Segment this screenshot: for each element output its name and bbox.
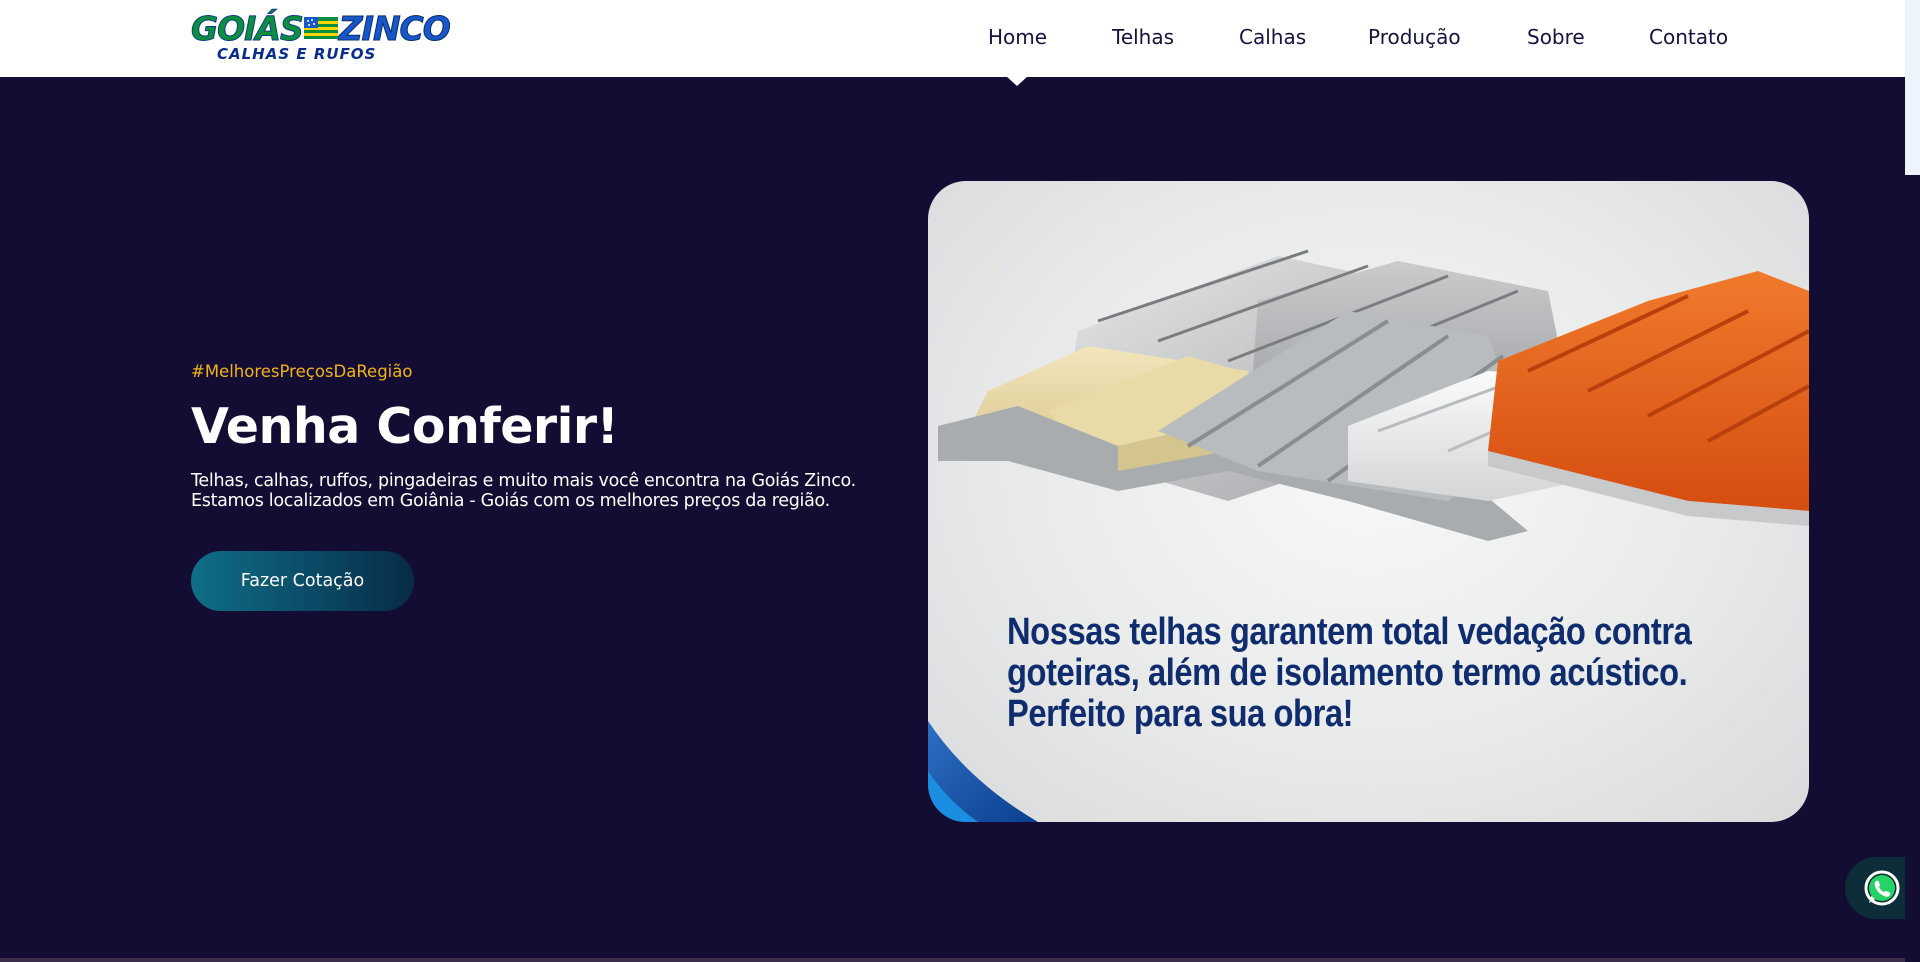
hero-description-line: Telhas, calhas, ruffos, pingadeiras e mu… (191, 471, 856, 491)
request-quote-button[interactable]: Fazer Cotação (191, 551, 414, 611)
hero-description-line: Estamos localizados em Goiânia - Goiás c… (191, 491, 830, 511)
site-header: GOIÁS ZINCO CALHAS E RUFOS Home Telhas C… (0, 0, 1905, 77)
main-nav: Home Telhas Calhas Produção Sobre Contat… (0, 0, 1905, 77)
whatsapp-icon (1864, 870, 1900, 906)
hero-title: Venha Conferir! (191, 398, 619, 455)
active-nav-indicator (1006, 76, 1028, 86)
hero-description: Telhas, calhas, ruffos, pingadeiras e mu… (191, 471, 856, 511)
nav-producao[interactable]: Produção (1368, 25, 1461, 49)
nav-contato[interactable]: Contato (1649, 25, 1728, 49)
image-caption-line: Nossas telhas garantem total vedação con… (1007, 611, 1692, 653)
image-caption: Nossas telhas garantem total vedação con… (1007, 611, 1692, 735)
image-caption-line: goteiras, além de isolamento termo acúst… (1007, 652, 1688, 694)
scrollbar-thumb[interactable] (1905, 0, 1920, 175)
hero-hashtag: #MelhoresPreçosDaRegião (191, 362, 413, 381)
nav-sobre[interactable]: Sobre (1527, 25, 1585, 49)
page-bottom-border (0, 958, 1905, 962)
nav-telhas[interactable]: Telhas (1112, 25, 1174, 49)
hero-roof-tiles-image: Nossas telhas garantem total vedação con… (928, 181, 1809, 822)
nav-calhas[interactable]: Calhas (1239, 25, 1306, 49)
nav-home[interactable]: Home (988, 25, 1047, 49)
image-caption-line: Perfeito para sua obra! (1007, 693, 1354, 735)
